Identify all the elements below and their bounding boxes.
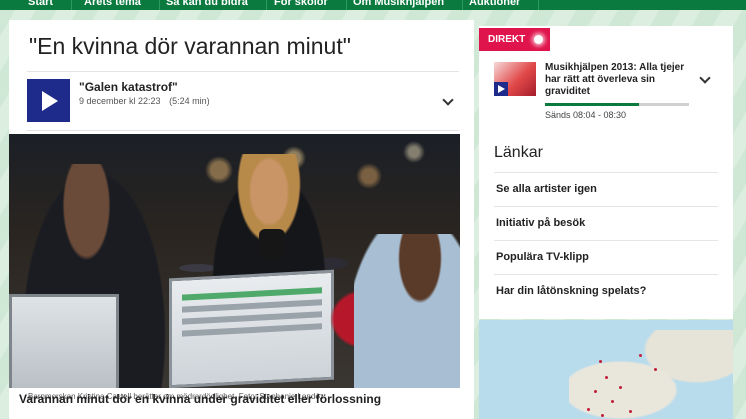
- chevron-down-icon[interactable]: [699, 72, 711, 84]
- photo-monitor-left: [9, 294, 119, 388]
- list-item: Initiativ på besök: [494, 206, 718, 240]
- nav-item-arets-tema[interactable]: Årets tema: [66, 0, 160, 10]
- live-dot-icon: [534, 35, 543, 44]
- nav-item-for-skolor[interactable]: För skolor: [256, 0, 347, 10]
- article-main: "En kvinna dör varannan minut" "Galen ka…: [9, 20, 474, 419]
- map-marker[interactable]: [619, 386, 622, 389]
- map-marker[interactable]: [594, 390, 597, 393]
- link-initiativ-pa-besok[interactable]: Initiativ på besök: [494, 207, 718, 240]
- live-widget: DIREKT Musikhjälpen 2013: Alla tjejer ha…: [479, 26, 733, 141]
- link-populara-tv-klipp[interactable]: Populära TV-klipp: [494, 241, 718, 274]
- photo-microphone: [259, 229, 285, 259]
- article-body-text: Varannan minut dör en kvinna under gravi…: [19, 392, 382, 406]
- audio-duration: (5:24 min): [169, 96, 210, 106]
- map-marker[interactable]: [599, 360, 602, 363]
- nav-item-auktioner[interactable]: Auktioner: [451, 0, 540, 10]
- live-time: Sänds 08:04 - 08:30: [545, 110, 627, 120]
- list-item: Har din låtönskning spelats?: [494, 274, 718, 308]
- divider: [27, 71, 459, 72]
- link-se-alla-artister[interactable]: Se alla artister igen: [494, 173, 718, 206]
- nav-item-om-musikhjalpen[interactable]: Om Musikhjälpen: [335, 0, 464, 10]
- links-panel: Länkar Se alla artister igen Initiativ p…: [479, 134, 733, 319]
- sidebar: DIREKT Musikhjälpen 2013: Alla tjejer ha…: [479, 20, 733, 419]
- live-progress-fill: [545, 103, 639, 106]
- map-marker[interactable]: [629, 410, 632, 413]
- nav-item-start[interactable]: Start: [10, 0, 73, 10]
- live-progress-bar: [545, 103, 689, 106]
- map-marker[interactable]: [587, 408, 590, 411]
- live-thumbnail[interactable]: [494, 62, 536, 96]
- list-item: Se alla artister igen: [494, 172, 718, 206]
- photo-monitor: [169, 269, 334, 388]
- nav-item-sa-kan-du-bidra[interactable]: Så kan du bidra: [148, 0, 267, 10]
- list-item: Populära TV-klipp: [494, 240, 718, 274]
- map-marker[interactable]: [601, 414, 604, 417]
- audio-meta: 9 december kl 22:23 (5:24 min): [79, 96, 216, 106]
- map-widget[interactable]: [479, 320, 733, 419]
- map-marker[interactable]: [639, 354, 642, 357]
- links-heading: Länkar: [494, 144, 543, 161]
- map-marker[interactable]: [605, 376, 608, 379]
- photo-person-right: [354, 234, 460, 388]
- live-badge-label: DIREKT: [488, 34, 526, 45]
- live-play-button[interactable]: [494, 82, 508, 96]
- top-navigation: Start Årets tema Så kan du bidra För sko…: [0, 0, 746, 10]
- map-marker[interactable]: [654, 368, 657, 371]
- audio-player: "Galen katastrof" 9 december kl 22:23 (5…: [27, 76, 459, 128]
- links-list: Se alla artister igen Initiativ på besök…: [479, 172, 733, 308]
- audio-title: "Galen katastrof": [79, 80, 178, 94]
- article-headline: "En kvinna dör varannan minut": [29, 33, 351, 59]
- play-button[interactable]: [27, 79, 70, 122]
- live-title[interactable]: Musikhjälpen 2013: Alla tjejer har rätt …: [545, 62, 697, 98]
- divider: [27, 130, 459, 131]
- map-land: [569, 330, 733, 419]
- map-marker[interactable]: [611, 400, 614, 403]
- link-har-din-latonskning[interactable]: Har din låtönskning spelats?: [494, 275, 718, 308]
- chevron-down-icon[interactable]: [442, 94, 454, 106]
- article-photo: [9, 134, 460, 388]
- live-badge: DIREKT: [479, 28, 550, 51]
- audio-date: 9 december kl 22:23: [79, 96, 161, 106]
